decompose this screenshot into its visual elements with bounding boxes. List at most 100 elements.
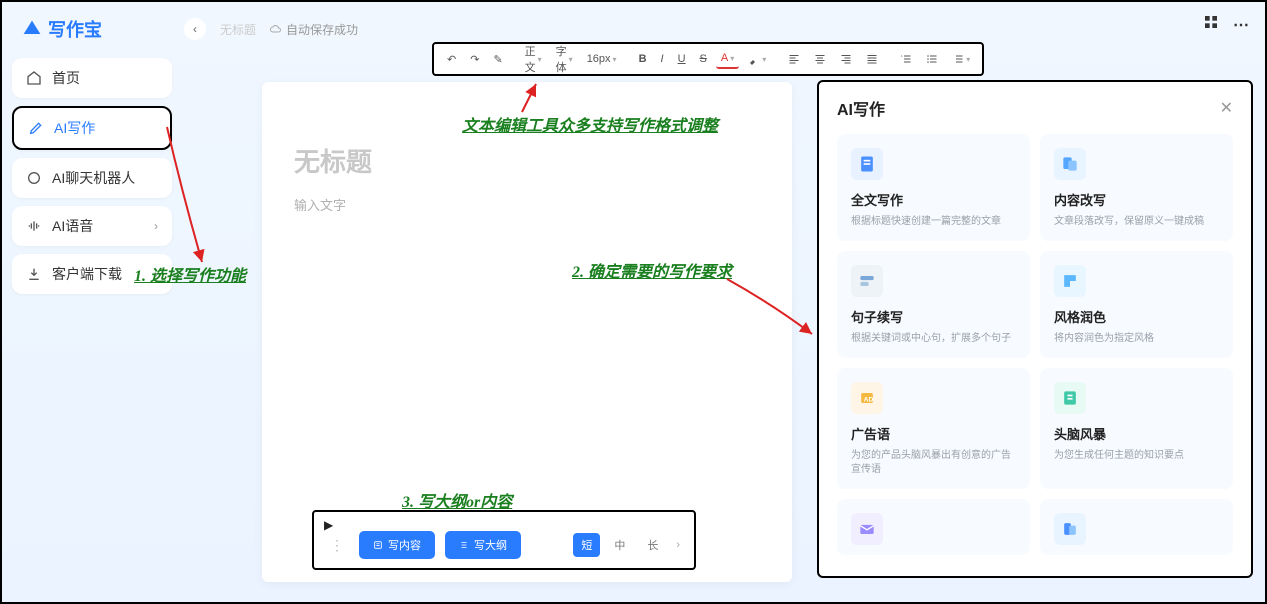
align-center-button[interactable]: [809, 50, 831, 68]
sidebar-item-home[interactable]: 首页: [12, 58, 172, 98]
length-next[interactable]: ›: [672, 539, 684, 551]
sidebar-item-ai-write[interactable]: AI写作: [12, 106, 172, 150]
autosave-status: 自动保存成功: [270, 21, 358, 38]
pencil-icon: [28, 120, 44, 136]
sidebar-item-chatbot[interactable]: AI聊天机器人: [12, 158, 172, 198]
ai-card-desc: 文章段落改写，保留原义一键成稿: [1054, 215, 1219, 229]
ai-card-continue[interactable]: 句子续写 根据关键词或中心句，扩展多个句子: [837, 251, 1030, 358]
doc-body-placeholder[interactable]: 输入文字: [294, 195, 760, 214]
play-icon[interactable]: ▶: [324, 518, 333, 532]
voice-icon: [26, 218, 42, 234]
format-painter-button[interactable]: ✎: [488, 50, 507, 69]
ai-write-panel: AI写作 ✕ 全文写作 根据标题快速创建一篇完整的文章 内容改写 文章段落改写，…: [817, 80, 1253, 578]
bold-button[interactable]: B: [634, 50, 652, 68]
sidebar-item-voice[interactable]: AI语音 ›: [12, 206, 172, 246]
home-icon: [26, 70, 42, 86]
list-unordered-button[interactable]: [921, 50, 943, 68]
ai-card-polish[interactable]: 风格润色 将内容润色为指定风格: [1040, 251, 1233, 358]
grid-icon[interactable]: [1203, 14, 1219, 35]
document-icon: [851, 148, 883, 180]
strike-button[interactable]: S: [695, 50, 712, 68]
svg-text:1: 1: [901, 54, 903, 58]
more-actions-button[interactable]: ⋮: [324, 537, 349, 554]
ai-card-desc: 为您生成任何主题的知识要点: [1054, 449, 1219, 463]
continue-icon: [851, 265, 883, 297]
ai-card-brainstorm[interactable]: 头脑风暴 为您生成任何主题的知识要点: [1040, 368, 1233, 489]
app-name: 写作宝: [48, 16, 102, 42]
chevron-right-icon: ›: [154, 219, 158, 233]
ai-card-desc: 将内容润色为指定风格: [1054, 332, 1219, 346]
annotation-toolbar: 文本编辑工具众多支持写作格式调整: [462, 112, 718, 136]
highlight-button[interactable]: [743, 50, 771, 68]
ai-card-partial-1[interactable]: [837, 499, 1030, 555]
write-outline-button[interactable]: 写大纲: [445, 531, 521, 559]
ai-card-title: 广告语: [851, 424, 1016, 443]
ai-card-title: 句子续写: [851, 307, 1016, 326]
ai-card-title: 头脑风暴: [1054, 424, 1219, 443]
logo-icon: [22, 19, 42, 39]
download-icon: [26, 266, 42, 282]
length-group: 短 中 长 ›: [573, 533, 684, 557]
annotation-2: 2. 确定需要的写作要求: [572, 258, 732, 282]
back-button[interactable]: ‹: [184, 18, 206, 40]
close-button[interactable]: ✕: [1220, 98, 1233, 118]
ai-card-desc: 根据标题快速创建一篇完整的文章: [851, 215, 1016, 229]
cloud-icon: [270, 23, 282, 35]
length-long[interactable]: 长: [639, 533, 666, 557]
sidebar-item-label: 客户端下载: [52, 264, 122, 284]
doc-title-crumb: 无标题: [220, 21, 256, 38]
polish-icon: [1054, 265, 1086, 297]
sidebar-item-label: AI写作: [54, 118, 95, 138]
ai-panel-title: AI写作: [837, 96, 885, 120]
align-justify-button[interactable]: [861, 50, 883, 68]
ai-card-grid: 全文写作 根据标题快速创建一篇完整的文章 内容改写 文章段落改写，保留原义一键成…: [837, 134, 1233, 555]
editor-toolbar: ↶ ↷ ✎ 正文 字体 16px B I U S A 1: [432, 42, 984, 76]
line-height-button[interactable]: [947, 50, 975, 68]
annotation-3: 3. 写大纲or内容: [402, 488, 512, 512]
rewrite-icon: [1054, 148, 1086, 180]
ai-card-title: 全文写作: [851, 190, 1016, 209]
chat-icon: [26, 170, 42, 186]
paragraph-style-select[interactable]: 正文: [520, 40, 547, 78]
topbar: ‹ 无标题 自动保存成功: [184, 18, 358, 40]
text-color-button[interactable]: A: [716, 49, 739, 69]
align-left-button[interactable]: [783, 50, 805, 68]
card-icon: [1054, 513, 1086, 545]
list-ordered-button[interactable]: 1: [895, 50, 917, 68]
content-icon: [373, 540, 383, 550]
ai-card-desc: 根据关键词或中心句，扩展多个句子: [851, 332, 1016, 346]
app-logo: 写作宝: [12, 10, 172, 58]
ai-card-desc: 为您的产品头脑风暴出有创意的广告宣传语: [851, 449, 1016, 477]
brainstorm-icon: [1054, 382, 1086, 414]
annotation-1: 1. 选择写作功能: [134, 262, 246, 286]
sidebar-item-label: 首页: [52, 68, 80, 88]
ai-card-title: 内容改写: [1054, 190, 1219, 209]
font-size-select[interactable]: 16px: [582, 50, 622, 68]
length-mid[interactable]: 中: [606, 533, 633, 557]
align-right-button[interactable]: [835, 50, 857, 68]
ai-card-partial-2[interactable]: [1040, 499, 1233, 555]
font-family-select[interactable]: 字体: [551, 40, 578, 78]
outline-icon: [459, 540, 469, 550]
doc-title-placeholder[interactable]: 无标题: [294, 142, 760, 179]
ad-icon: AD: [851, 382, 883, 414]
underline-button[interactable]: U: [673, 50, 691, 68]
italic-button[interactable]: I: [656, 50, 669, 68]
sidebar-item-label: AI聊天机器人: [52, 168, 135, 188]
ai-card-fulltext[interactable]: 全文写作 根据标题快速创建一篇完整的文章: [837, 134, 1030, 241]
length-short[interactable]: 短: [573, 533, 600, 557]
action-bar: ▶ ⋮ 写内容 写大纲 短 中 长 ›: [312, 510, 696, 570]
svg-text:AD: AD: [864, 396, 874, 403]
mail-icon: [851, 513, 883, 545]
top-right-icons: ⋯: [1203, 14, 1249, 35]
ai-card-rewrite[interactable]: 内容改写 文章段落改写，保留原义一键成稿: [1040, 134, 1233, 241]
undo-button[interactable]: ↶: [442, 50, 461, 69]
document-editor[interactable]: 无标题 输入文字: [262, 82, 792, 582]
ai-card-title: 风格润色: [1054, 307, 1219, 326]
write-content-button[interactable]: 写内容: [359, 531, 435, 559]
more-icon[interactable]: ⋯: [1233, 15, 1249, 35]
ai-card-ad[interactable]: AD 广告语 为您的产品头脑风暴出有创意的广告宣传语: [837, 368, 1030, 489]
sidebar-item-label: AI语音: [52, 216, 93, 236]
redo-button[interactable]: ↷: [465, 50, 484, 69]
sidebar: 写作宝 首页 AI写作 AI聊天机器人 AI语音 › 客户端下载 ›: [12, 10, 172, 302]
